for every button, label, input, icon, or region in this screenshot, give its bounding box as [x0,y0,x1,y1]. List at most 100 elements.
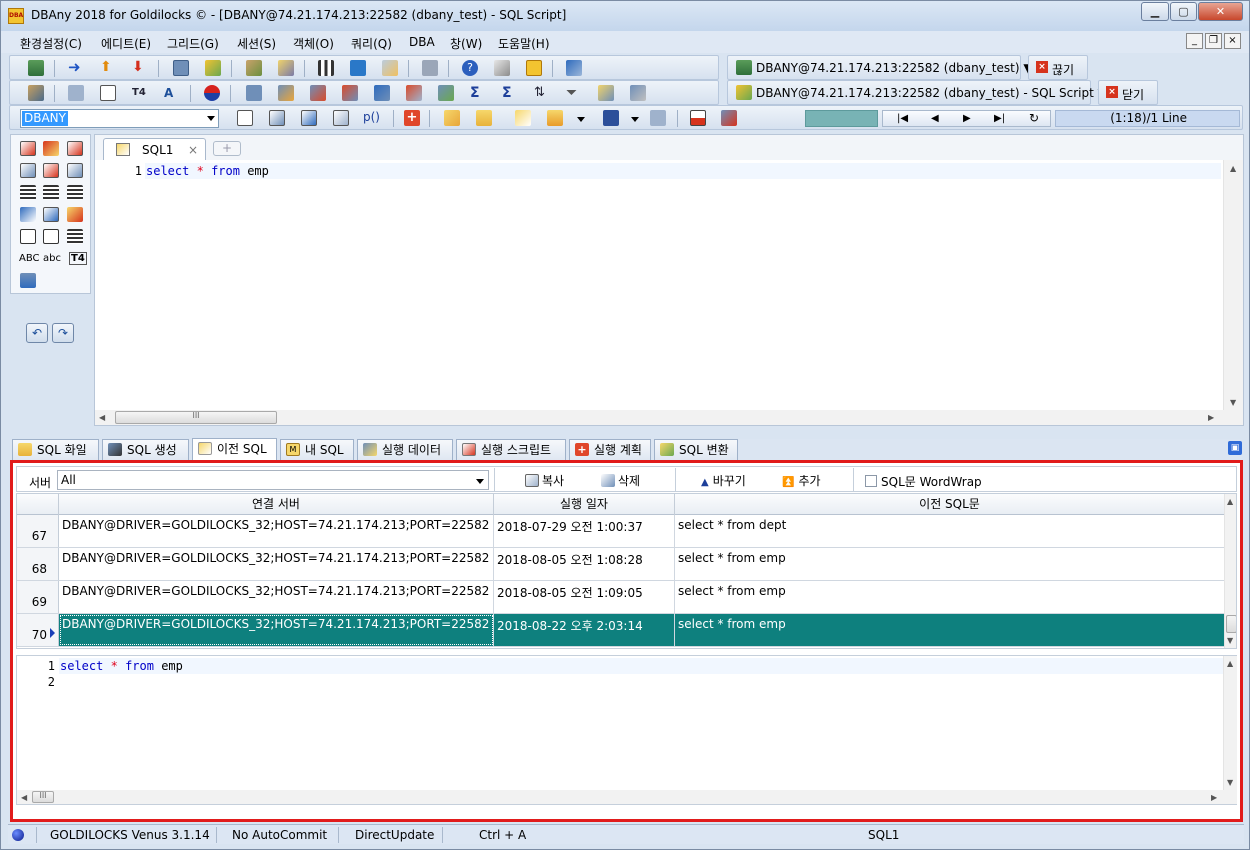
tab-sql1[interactable]: SQL1 × [103,138,206,160]
cell-date[interactable]: 2018-08-22 오후 2:03:14 [494,614,675,646]
collapse-icon[interactable] [43,229,59,244]
add-tab-button[interactable]: + [213,141,241,156]
db-connect-icon[interactable] [28,60,44,76]
undo-icon[interactable]: ↶ [26,323,48,343]
uppercase-button[interactable]: ABC [19,253,40,264]
cell-date[interactable]: 2018-07-29 오전 1:00:37 [494,515,675,547]
table-row[interactable]: 67 DBANY@DRIVER=GOLDILOCKS_32;HOST=74.21… [17,515,1224,548]
close-tab-icon[interactable]: × [188,143,198,157]
column-header-server[interactable]: 연결 서버 [59,494,494,515]
scroll-right-icon[interactable]: ▶ [1211,793,1217,802]
refresh-icon[interactable]: ↻ [1029,111,1039,126]
cell-date[interactable]: 2018-08-05 오전 1:09:05 [494,581,675,613]
new-page-icon[interactable] [237,110,253,126]
chevron-down-icon[interactable] [577,117,585,122]
preview-horizontal-scrollbar[interactable]: ◀ III ▶ [17,790,1237,804]
cell-server[interactable]: DBANY@DRIVER=GOLDILOCKS_32;HOST=74.21.17… [59,515,494,547]
new-folder-icon[interactable] [444,110,460,126]
mdi-minimize-button[interactable]: _ [1186,33,1203,49]
wordwrap-checkbox[interactable] [865,475,877,487]
find-replace-icon[interactable] [43,163,59,178]
wrap-icon[interactable] [67,229,83,244]
tab-sql-file[interactable]: SQL 화일 [12,439,99,460]
column-header-date[interactable]: 실행 일자 [494,494,675,515]
code-line[interactable]: select * from emp [146,164,269,178]
column-header-sql[interactable]: 이전 SQL문 [675,494,1224,515]
korea-flag-icon[interactable] [204,85,220,101]
menu-settings[interactable]: 환경설정(C) [20,35,82,52]
folder-icon[interactable] [476,110,492,126]
sum-icon[interactable]: Σ [470,85,486,101]
cell-sql[interactable]: select * from emp [675,581,1224,613]
tab-execution-script[interactable]: 실행 스크립트 [456,439,566,460]
delete-button[interactable]: 삭제 [601,472,640,489]
next-record-icon[interactable]: ▶ [963,111,971,126]
sort-icon[interactable]: ⇅ [534,85,550,101]
cube-icon[interactable] [494,60,510,76]
font-icon[interactable]: A [164,85,180,101]
mdi-restore-button[interactable]: ❐ [1205,33,1222,49]
tab-sql-convert[interactable]: SQL 변환 [654,439,738,460]
table-row[interactable]: 69 DBANY@DRIVER=GOLDILOCKS_32;HOST=74.21… [17,581,1224,614]
add-button[interactable]: ⏫ 추가 [782,472,821,489]
tab-execution-plan[interactable]: + 실행 계획 [569,439,651,460]
find-next-icon[interactable] [67,163,83,178]
indent-icon[interactable] [43,185,59,200]
editor-vertical-scrollbar[interactable]: ▲ ▼ [1223,160,1243,410]
menu-window[interactable]: 창(W) [450,35,482,52]
save-page-icon[interactable] [301,110,317,126]
editor-horizontal-scrollbar[interactable]: ◀ III ▶ [95,410,1243,425]
sum-group-icon[interactable]: Σ [502,85,518,101]
edit-icon[interactable] [43,141,59,156]
scroll-left-icon[interactable]: ◀ [21,793,27,802]
connection-selector[interactable]: DBANY@74.21.174.213:22582 (dbany_test) ▼ [727,55,1033,80]
cell-server[interactable]: DBANY@DRIVER=GOLDILOCKS_32;HOST=74.21.17… [59,548,494,580]
outdent-icon[interactable] [67,185,83,200]
prev-record-icon[interactable]: ◀ [931,111,939,126]
users-icon[interactable] [246,60,262,76]
print-icon[interactable] [68,85,84,101]
menu-dba[interactable]: DBA [409,35,435,49]
search-icon[interactable] [598,85,614,101]
sql-preview-editor[interactable]: 1 2 select * from emp ▲ ▼ ◀ III ▶ [16,655,1237,805]
lowercase-button[interactable]: abc [43,253,61,264]
monitor-icon[interactable] [350,60,366,76]
open-page-icon[interactable] [269,110,285,126]
copy-button[interactable]: 복사 [525,472,564,489]
cell-sql[interactable]: select * from emp [675,548,1224,580]
scroll-up-icon[interactable]: ▲ [1230,164,1236,173]
redo-icon[interactable]: ↷ [52,323,74,343]
database-combo[interactable]: DBANY [20,109,219,128]
menu-help[interactable]: 도움말(H) [498,35,550,52]
t4-icon[interactable]: T4 [132,85,148,101]
print-icon[interactable] [650,110,666,126]
help-icon[interactable]: ? [462,60,478,76]
preview-vertical-scrollbar[interactable]: ▲ ▼ [1223,656,1237,790]
close-script-button[interactable]: × 닫기 [1098,80,1158,105]
table-edit-icon[interactable] [310,85,326,101]
menu-query[interactable]: 쿼리(Q) [351,35,392,52]
scroll-thumb[interactable] [1226,615,1236,633]
cell-sql[interactable]: select * from dept [675,515,1224,547]
doc-icon[interactable] [20,141,36,156]
open-folder-icon[interactable] [547,110,563,126]
download-icon[interactable]: ⬇ [132,60,148,76]
close-window-button[interactable]: ✕ [1198,2,1243,21]
table-icon[interactable] [246,85,262,101]
table-add-icon[interactable] [278,85,294,101]
pin-icon[interactable]: ▣ [1228,441,1242,455]
report-icon[interactable] [382,60,398,76]
tab-execution-data[interactable]: 실행 데이터 [357,439,453,460]
code-line[interactable]: select * from emp [60,659,183,673]
cell-server[interactable]: DBANY@DRIVER=GOLDILOCKS_32;HOST=74.21.17… [59,614,494,646]
table-import-icon[interactable] [374,85,390,101]
export-icon[interactable] [566,60,582,76]
table-delete-icon[interactable] [342,85,358,101]
find-icon[interactable] [20,163,36,178]
menu-session[interactable]: 세션(S) [237,35,276,52]
tab-previous-sql[interactable]: 이전 SQL [192,438,277,460]
cell-server[interactable]: DBANY@DRIVER=GOLDILOCKS_32;HOST=74.21.17… [59,581,494,613]
list-icon[interactable] [173,60,189,76]
scroll-up-icon[interactable]: ▲ [1227,659,1233,668]
move-icon[interactable] [20,207,36,222]
